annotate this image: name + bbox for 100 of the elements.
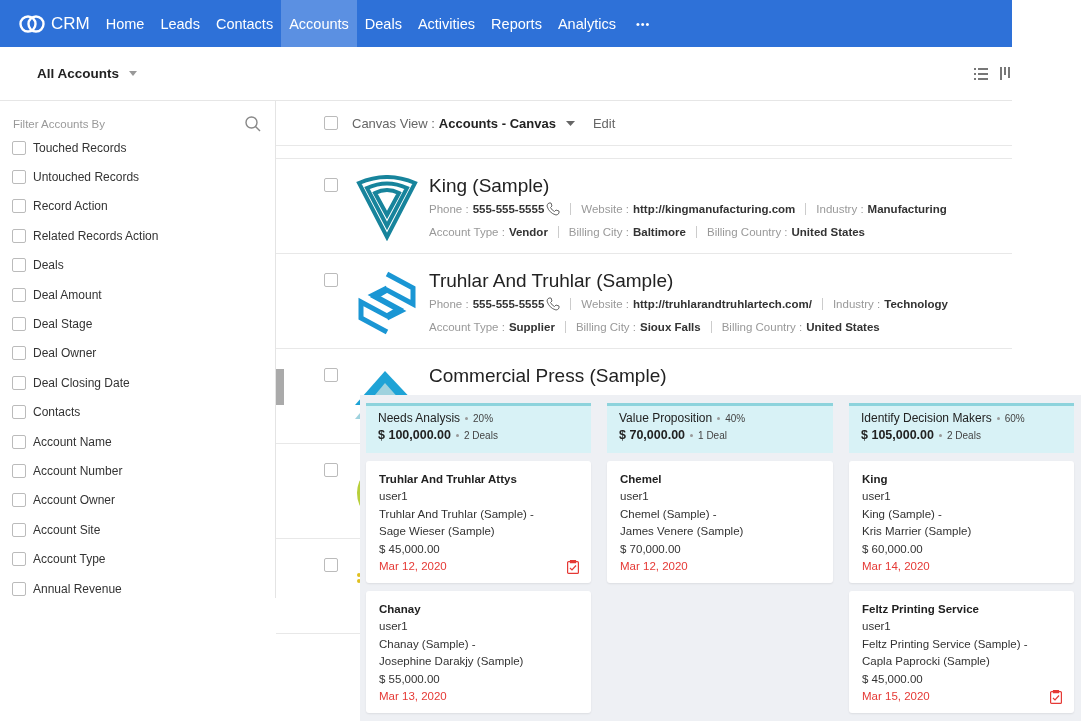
field-label: Billing City : — [575, 320, 636, 333]
deal-card[interactable]: King user1 King (Sample) - Kris Marrier (Sample) $ 60,000.00 Mar 14, 2020 — [849, 461, 1074, 583]
stage-name: Value Proposition — [619, 411, 713, 425]
deal-card[interactable]: Truhlar And Truhlar Attys user1 Truhlar And Truhlar (Sample) - Sage Wieser (Sample) $ 45,000.00 Mar 12, 2020 — [366, 461, 591, 583]
filter-label: Deal Stage — [33, 317, 93, 332]
field-label: Phone : — [429, 202, 469, 215]
filter-checkbox[interactable] — [12, 258, 26, 273]
record-checkbox[interactable] — [324, 273, 338, 287]
account-name[interactable]: Truhlar And Truhlar (Sample) — [429, 270, 948, 292]
select-all-checkbox[interactable] — [324, 116, 338, 130]
filter-checkbox[interactable] — [12, 493, 26, 508]
kanban-view-icon[interactable] — [1000, 67, 1012, 80]
deal-contact: Sage Wieser (Sample) — [379, 524, 495, 539]
deal-owner: user1 — [379, 489, 408, 504]
record-checkbox[interactable] — [324, 558, 338, 572]
closing-date: Mar 13, 2020 — [379, 689, 447, 704]
edit-link[interactable]: Edit — [592, 115, 616, 131]
filter-label: Account Type — [33, 552, 106, 567]
nav-tab[interactable]: Deals — [356, 0, 410, 47]
filter-label: Deal Closing Date — [33, 375, 130, 390]
deal-title: Chanay — [379, 602, 421, 617]
interlinked-rings-icon — [18, 13, 46, 34]
deal-amount: $ 70,000.00 — [620, 541, 681, 557]
filter-checkbox[interactable] — [12, 552, 26, 567]
task-icon[interactable] — [1050, 689, 1062, 704]
deal-contact: James Venere (Sample) — [620, 524, 744, 539]
filter-label: Account Name — [33, 434, 112, 449]
nav-tab[interactable]: Home — [97, 0, 153, 47]
filter-checkbox[interactable] — [12, 346, 26, 361]
filter-checkbox[interactable] — [12, 140, 26, 155]
deal-title: Feltz Printing Service — [862, 602, 979, 617]
field-value: Technology — [884, 297, 948, 310]
field-label: Billing City : — [568, 225, 629, 238]
field-label: Website : — [581, 202, 629, 215]
deal-account: Chemel (Sample) - — [620, 506, 717, 522]
nav-tab[interactable]: Analytics — [549, 0, 624, 47]
filter-checkbox[interactable] — [12, 581, 26, 596]
list-view-icon[interactable] — [974, 67, 988, 80]
field-value: 555-555-5555 — [472, 297, 545, 310]
record-checkbox[interactable] — [324, 463, 338, 477]
canvas-view-label: Canvas View : — [352, 115, 435, 131]
filter-label: Untouched Records — [33, 170, 140, 185]
nav-tab[interactable]: Reports — [483, 0, 550, 47]
field-label: Industry : — [832, 297, 881, 310]
stage-percent: 60% — [1004, 412, 1025, 424]
field-value: United States — [791, 225, 866, 238]
nav-tab[interactable]: Activities — [409, 0, 484, 47]
field-label: Billing Country : — [707, 225, 788, 238]
account-name[interactable]: King (Sample) — [429, 175, 947, 197]
stage-amount: $ 100,000.00 — [378, 428, 451, 442]
search-icon[interactable] — [245, 116, 261, 132]
phone-icon[interactable] — [546, 201, 561, 216]
deal-owner: user1 — [862, 619, 891, 634]
stage-name: Identify Decision Makers — [861, 411, 992, 425]
canvas-view-dropdown[interactable]: Accounts - Canvas — [438, 115, 575, 131]
filter-checkbox[interactable] — [12, 170, 26, 185]
caret-icon[interactable] — [565, 120, 575, 126]
nav-tab[interactable]: Leads — [152, 0, 208, 47]
closing-date: Mar 12, 2020 — [379, 559, 447, 574]
deal-account: King (Sample) - — [862, 506, 942, 522]
deal-amount: $ 45,000.00 — [379, 541, 440, 557]
filter-label: Account Site — [33, 522, 101, 537]
deal-count: 1 Deal — [698, 429, 727, 441]
view-dropdown[interactable]: All Accounts — [37, 66, 137, 81]
deal-title: King — [862, 472, 888, 487]
deal-amount: $ 45,000.00 — [862, 671, 923, 687]
deal-contact: Capla Paprocki (Sample) — [862, 654, 990, 669]
field-value: Baltimore — [632, 225, 686, 238]
filter-checkbox[interactable] — [12, 405, 26, 420]
record-checkbox[interactable] — [324, 368, 338, 382]
filter-checkbox[interactable] — [12, 228, 26, 243]
deal-count: 2 Deals — [947, 429, 981, 441]
filter-checkbox[interactable] — [12, 287, 26, 302]
filter-checkbox[interactable] — [12, 317, 26, 332]
phone-icon[interactable] — [546, 296, 561, 311]
filter-checkbox[interactable] — [12, 464, 26, 478]
filter-checkbox[interactable] — [12, 375, 26, 390]
account-name[interactable]: Commercial Press (Sample) — [429, 365, 667, 387]
caret-icon[interactable] — [129, 71, 137, 76]
app-name: CRM — [51, 13, 90, 34]
filter-label: Deal Owner — [33, 346, 97, 361]
deal-amount: $ 55,000.00 — [379, 671, 440, 687]
record-checkbox[interactable] — [324, 178, 338, 192]
filter-checkbox[interactable] — [12, 434, 26, 449]
filter-checkbox[interactable] — [12, 522, 26, 537]
task-icon[interactable] — [567, 559, 579, 574]
deal-card[interactable]: Chanay user1 Chanay (Sample) - Josephine Darakjy (Sample) $ 55,000.00 Mar 13, 2020 — [366, 591, 591, 713]
deal-title: Chemel — [620, 472, 662, 487]
field-label: Phone : — [429, 297, 469, 310]
collapse-handle[interactable] — [276, 369, 284, 405]
field-value: United States — [806, 320, 880, 333]
deal-contact: Kris Marrier (Sample) — [862, 524, 972, 539]
filter-label: Contacts — [33, 405, 81, 420]
filter-checkbox[interactable] — [12, 199, 26, 214]
nav-tab[interactable]: Contacts — [207, 0, 282, 47]
field-value: Supplier — [508, 320, 555, 333]
deal-card[interactable]: Feltz Printing Service user1 Feltz Printing Service (Sample) - Capla Paprocki (Sample) $ 45,000.00 Mar 15, 2020 — [849, 591, 1074, 713]
deal-card[interactable]: Chemel user1 Chemel (Sample) - James Venere (Sample) $ 70,000.00 Mar 12, 2020 — [607, 461, 833, 583]
more-button[interactable]: ••• — [623, 0, 663, 47]
field-label: Website : — [581, 297, 629, 310]
